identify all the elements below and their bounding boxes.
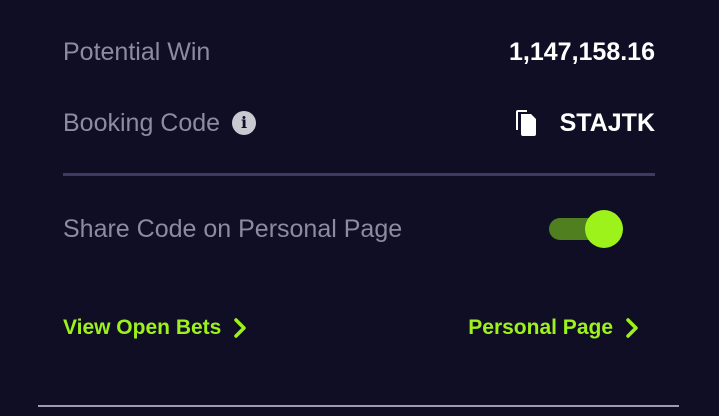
share-code-toggle[interactable] [549, 210, 623, 248]
copy-icon[interactable] [514, 109, 538, 137]
booking-code-label: Booking Code [63, 108, 221, 137]
personal-page-link[interactable]: Personal Page [468, 316, 639, 340]
links-row: View Open Bets Personal Page [63, 311, 655, 345]
booking-code-group: STAJTK [514, 109, 655, 138]
booking-code-row: Booking Code i STAJTK [63, 103, 655, 143]
toggle-knob [585, 210, 623, 248]
section-divider [63, 173, 655, 176]
view-open-bets-label: View Open Bets [63, 316, 222, 339]
chevron-right-icon [234, 318, 247, 338]
personal-page-label: Personal Page [468, 316, 613, 339]
chevron-right-icon [626, 318, 638, 338]
booking-code-label-group: Booking Code i [63, 108, 257, 138]
share-code-row: Share Code on Personal Page [63, 208, 655, 250]
potential-win-value: 1,147,158.16 [509, 37, 655, 66]
info-icon[interactable]: i [232, 111, 257, 135]
potential-win-row: Potential Win 1,147,158.16 [63, 32, 655, 72]
booking-code-value: STAJTK [559, 108, 655, 137]
bottom-divider [38, 405, 679, 407]
potential-win-label: Potential Win [63, 37, 211, 66]
share-code-label: Share Code on Personal Page [63, 214, 403, 243]
view-open-bets-link[interactable]: View Open Bets [63, 316, 247, 340]
